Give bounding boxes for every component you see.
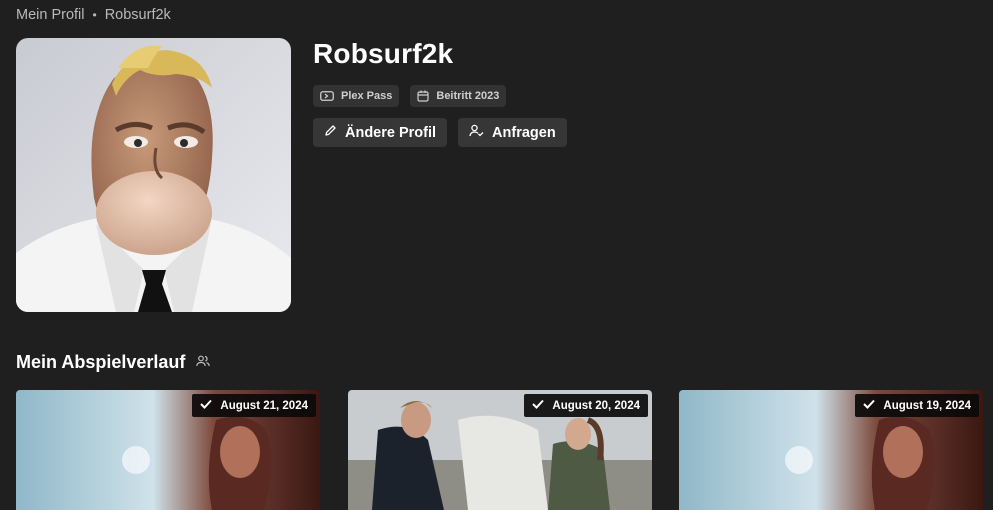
- watched-date-badge: August 19, 2024: [855, 394, 979, 417]
- watched-date-badge: August 21, 2024: [192, 394, 316, 417]
- history-title: Mein Abspielverlauf: [16, 352, 186, 372]
- profile-username: Robsurf2k: [313, 38, 454, 69]
- users-icon[interactable]: [196, 354, 211, 372]
- watched-date: August 20, 2024: [552, 399, 640, 412]
- calendar-icon: [417, 90, 429, 102]
- edit-profile-label: Ändere Profil: [345, 124, 437, 141]
- watched-date: August 21, 2024: [220, 399, 308, 412]
- breadcrumb: Mein Profil • Robsurf2k: [16, 7, 171, 23]
- joined-label: Beitritt 2023: [436, 90, 500, 102]
- breadcrumb-current: Robsurf2k: [104, 7, 171, 23]
- joined-badge: Beitritt 2023: [410, 85, 507, 107]
- breadcrumb-mein-profil[interactable]: Mein Profil: [16, 7, 85, 23]
- check-icon: [532, 399, 545, 412]
- history-card[interactable]: August 21, 2024: [16, 390, 320, 510]
- profile-badges: Plex Pass Beitritt 2023: [313, 85, 507, 107]
- history-section-header: Mein Abspielverlauf: [16, 352, 211, 373]
- watched-date: August 19, 2024: [883, 399, 971, 412]
- requests-label: Anfragen: [492, 124, 556, 141]
- plex-pass-badge: Plex Pass: [313, 85, 400, 107]
- pass-icon: [320, 91, 334, 101]
- plex-pass-label: Plex Pass: [341, 90, 393, 102]
- check-icon: [863, 399, 876, 412]
- watched-date-badge: August 20, 2024: [524, 394, 648, 417]
- pencil-icon: [324, 124, 337, 141]
- breadcrumb-separator: •: [92, 8, 97, 22]
- user-check-icon: [469, 124, 484, 141]
- edit-profile-button[interactable]: Ändere Profil: [313, 118, 448, 147]
- requests-button[interactable]: Anfragen: [458, 118, 567, 147]
- avatar: [16, 38, 291, 312]
- history-card[interactable]: August 20, 2024: [348, 390, 652, 510]
- check-icon: [200, 399, 213, 412]
- profile-actions: Ändere Profil Anfragen: [313, 118, 567, 147]
- history-card[interactable]: August 19, 2024: [679, 390, 983, 510]
